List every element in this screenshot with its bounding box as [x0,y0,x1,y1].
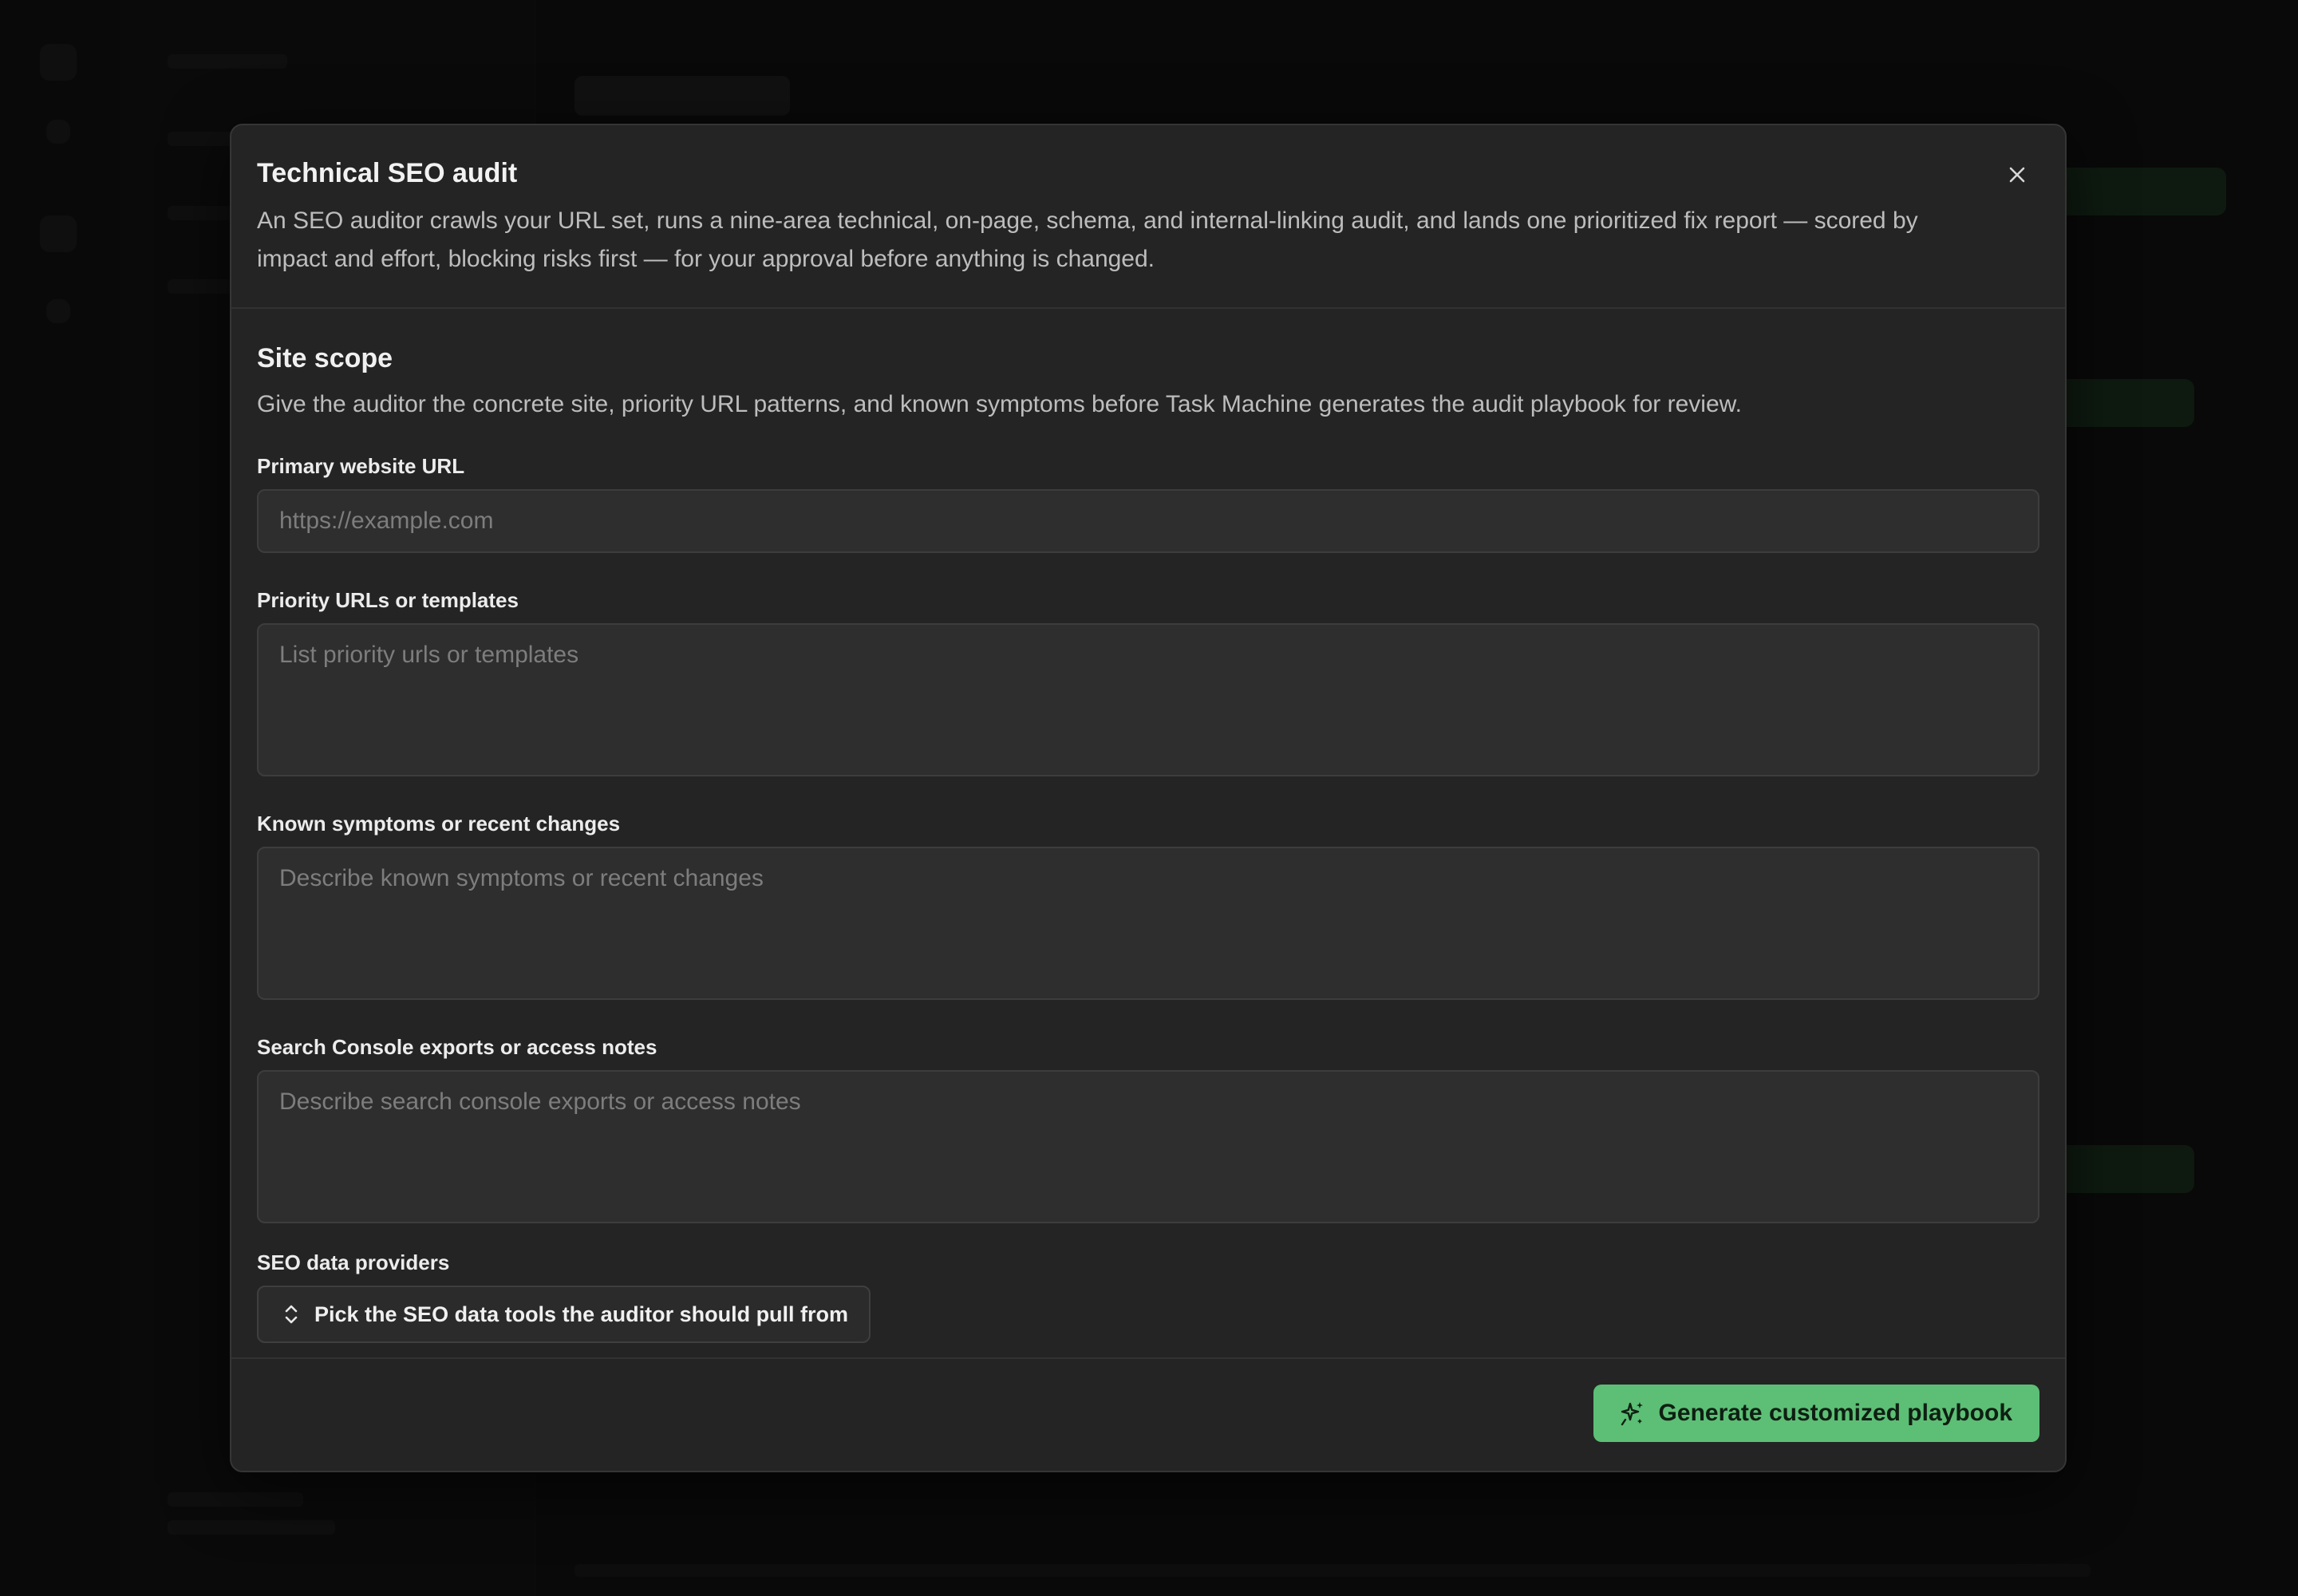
search-console-textarea[interactable] [257,1070,2039,1223]
seo-providers-picker[interactable]: Pick the SEO data tools the auditor shou… [257,1286,871,1343]
website-url-label: Primary website URL [257,454,465,478]
close-button[interactable] [2000,157,2035,192]
priority-urls-label: Priority URLs or templates [257,588,519,612]
section-title: Site scope [257,343,393,373]
symptoms-textarea[interactable] [257,847,2039,1000]
search-console-label: Search Console exports or access notes [257,1035,657,1059]
seo-providers-picker-label: Pick the SEO data tools the auditor shou… [314,1302,849,1326]
chevron-up-down-icon [282,1303,300,1325]
dialog-body: Site scope Give the auditor the concrete… [231,309,2065,1343]
section-description: Give the auditor the concrete site, prio… [257,391,1742,417]
dialog-description: An SEO auditor crawls your URL set, runs… [257,207,1918,272]
priority-urls-textarea[interactable] [257,623,2039,776]
generate-playbook-button[interactable]: Generate customized playbook [1593,1385,2039,1442]
symptoms-label: Known symptoms or recent changes [257,812,621,836]
dialog-header: Technical SEO audit An SEO auditor crawl… [231,125,2065,309]
website-url-input[interactable] [257,489,2039,553]
seo-providers-label: SEO data providers [257,1250,450,1274]
generate-playbook-label: Generate customized playbook [1658,1400,2012,1426]
dialog-footer: Generate customized playbook [231,1357,2065,1471]
sparkles-icon [1619,1400,1646,1427]
close-icon [2009,167,2025,183]
dialog-title: Technical SEO audit [257,158,518,188]
technical-seo-audit-dialog: Technical SEO audit An SEO auditor crawl… [230,124,2067,1472]
